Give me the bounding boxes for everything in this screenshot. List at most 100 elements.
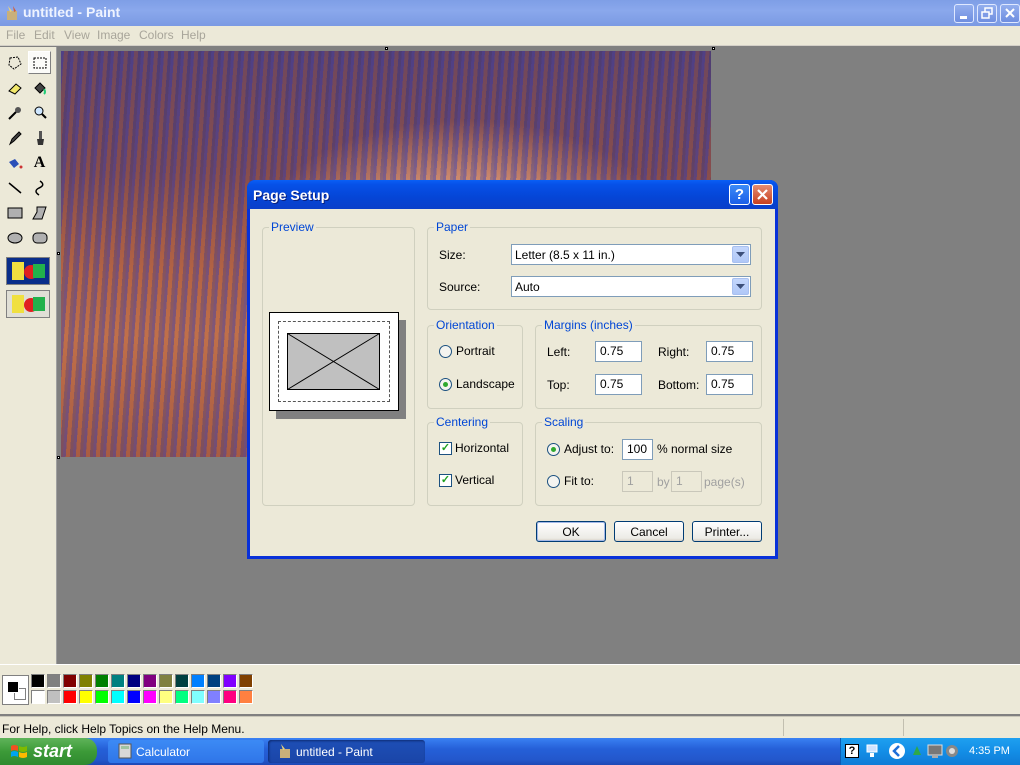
line-tool[interactable] <box>3 176 26 199</box>
palette-swatch[interactable] <box>143 674 157 688</box>
bottom-margin-input[interactable]: 0.75 <box>706 374 753 395</box>
ellipse-tool[interactable] <box>3 226 26 249</box>
help-button[interactable]: ? <box>729 184 750 205</box>
palette-swatch[interactable] <box>159 674 173 688</box>
palette-swatch[interactable] <box>95 690 109 704</box>
palette-swatch[interactable] <box>143 690 157 704</box>
dropdown-arrow-icon[interactable] <box>732 246 749 263</box>
adjust-to-input[interactable]: 100 <box>622 439 653 460</box>
network-tray-icon[interactable] <box>865 743 879 759</box>
palette-swatch[interactable] <box>47 674 61 688</box>
rect-select-tool[interactable] <box>28 51 51 74</box>
palette-swatch[interactable] <box>127 674 141 688</box>
palette-swatch[interactable] <box>223 674 237 688</box>
ok-button[interactable]: OK <box>536 521 606 542</box>
paper-size-value: Letter (8.5 x 11 in.) <box>515 248 615 262</box>
palette-swatch[interactable] <box>207 690 221 704</box>
polygon-tool[interactable] <box>28 201 51 224</box>
palette-swatch[interactable] <box>31 690 45 704</box>
canvas-resize-handle[interactable] <box>57 456 60 459</box>
landscape-label[interactable]: Landscape <box>456 377 515 391</box>
palette-swatch[interactable] <box>79 674 93 688</box>
recycle-tray-icon[interactable] <box>909 743 925 759</box>
portrait-radio[interactable] <box>439 345 452 358</box>
free-select-tool[interactable] <box>3 51 26 74</box>
help-tray-icon[interactable]: ? <box>845 744 859 758</box>
cancel-button[interactable]: Cancel <box>614 521 684 542</box>
menu-image[interactable]: Image <box>97 28 130 42</box>
paper-size-select[interactable]: Letter (8.5 x 11 in.) <box>511 244 751 265</box>
menu-colors[interactable]: Colors <box>139 28 174 42</box>
menu-edit[interactable]: Edit <box>34 28 55 42</box>
palette-swatch[interactable] <box>79 690 93 704</box>
palette-swatch[interactable] <box>207 674 221 688</box>
right-margin-input[interactable]: 0.75 <box>706 341 753 362</box>
text-tool[interactable]: A <box>28 151 51 174</box>
portrait-label[interactable]: Portrait <box>456 344 495 358</box>
brush-tool[interactable] <box>28 126 51 149</box>
pencil-tool[interactable] <box>3 126 26 149</box>
menu-help[interactable]: Help <box>181 28 206 42</box>
fit-to-radio[interactable] <box>547 475 560 488</box>
close-button[interactable] <box>1000 4 1020 23</box>
monitor-tray-icon[interactable] <box>927 743 943 759</box>
canvas-resize-handle[interactable] <box>57 252 60 255</box>
taskbar-item-paint[interactable]: untitled - Paint <box>268 740 425 763</box>
color-picker-tool[interactable] <box>3 101 26 124</box>
dialog-titlebar[interactable]: Page Setup ? <box>247 180 778 209</box>
palette-swatch[interactable] <box>63 674 77 688</box>
palette-swatch[interactable] <box>239 690 253 704</box>
adjust-to-label[interactable]: Adjust to: <box>564 442 614 456</box>
palette-swatch[interactable] <box>31 674 45 688</box>
landscape-radio[interactable] <box>439 378 452 391</box>
printer-button[interactable]: Printer... <box>692 521 762 542</box>
palette-swatch[interactable] <box>239 674 253 688</box>
airbrush-tool[interactable] <box>3 151 26 174</box>
vertical-label[interactable]: Vertical <box>455 473 494 487</box>
palette-swatch[interactable] <box>191 690 205 704</box>
horizontal-label[interactable]: Horizontal <box>455 441 509 455</box>
volume-tray-icon[interactable] <box>944 743 960 759</box>
palette-swatch[interactable] <box>159 690 173 704</box>
back-arrow-tray-icon[interactable] <box>889 743 905 759</box>
vertical-checkbox[interactable]: ✓ <box>439 474 452 487</box>
fill-tool[interactable] <box>28 76 51 99</box>
rounded-rect-tool[interactable] <box>28 226 51 249</box>
minimize-button[interactable] <box>954 4 974 23</box>
top-margin-input[interactable]: 0.75 <box>595 374 642 395</box>
adjust-to-radio[interactable] <box>547 443 560 456</box>
restore-button[interactable] <box>977 4 997 23</box>
palette-swatch[interactable] <box>111 674 125 688</box>
left-margin-input[interactable]: 0.75 <box>595 341 642 362</box>
tool-option-transparent[interactable] <box>6 290 50 318</box>
menu-view[interactable]: View <box>64 28 90 42</box>
window-titlebar[interactable]: untitled - Paint <box>0 0 1020 26</box>
palette-swatch[interactable] <box>127 690 141 704</box>
canvas-resize-handle[interactable] <box>712 47 715 50</box>
paper-source-select[interactable]: Auto <box>511 276 751 297</box>
curve-tool[interactable] <box>28 176 51 199</box>
by-label: by <box>657 475 670 489</box>
current-colors[interactable] <box>2 675 29 705</box>
horizontal-checkbox[interactable]: ✓ <box>439 442 452 455</box>
taskbar-item-calculator[interactable]: Calculator <box>108 740 264 763</box>
palette-swatch[interactable] <box>175 690 189 704</box>
palette-swatch[interactable] <box>191 674 205 688</box>
canvas-resize-handle[interactable] <box>385 47 388 50</box>
palette-swatch[interactable] <box>111 690 125 704</box>
fit-to-label[interactable]: Fit to: <box>564 474 594 488</box>
palette-swatch[interactable] <box>63 690 77 704</box>
palette-swatch[interactable] <box>95 674 109 688</box>
magnifier-tool[interactable] <box>28 101 51 124</box>
dialog-close-button[interactable] <box>752 184 773 205</box>
start-button[interactable]: start <box>0 738 97 765</box>
eraser-tool[interactable] <box>3 76 26 99</box>
rectangle-tool[interactable] <box>3 201 26 224</box>
palette-swatch[interactable] <box>223 690 237 704</box>
menu-file[interactable]: File <box>6 28 25 42</box>
palette-swatch[interactable] <box>175 674 189 688</box>
margins-label: Margins (inches) <box>542 318 635 332</box>
palette-swatch[interactable] <box>47 690 61 704</box>
dropdown-arrow-icon[interactable] <box>732 278 749 295</box>
tool-option-opaque[interactable] <box>6 257 50 285</box>
